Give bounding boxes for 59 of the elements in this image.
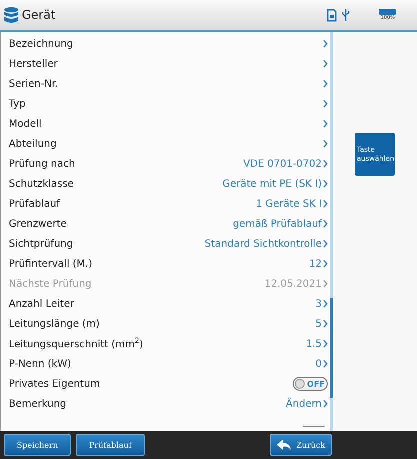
chevron-icon[interactable] (323, 360, 328, 368)
chevron-icon[interactable] (323, 120, 328, 128)
chevron-icon[interactable] (323, 280, 328, 288)
setting-label: Prüfablauf (9, 198, 60, 210)
window-title: Gerät (22, 8, 56, 22)
setting-label: Leitungsquerschnitt (mm$^{2}$) (9, 337, 144, 351)
back-button[interactable]: Zurück (270, 434, 332, 456)
scrollbar[interactable] (330, 32, 333, 431)
chevron-icon[interactable] (323, 300, 328, 308)
chevron-icon[interactable] (323, 340, 328, 348)
setting-value[interactable]: 12 (309, 258, 322, 270)
footer-button[interactable]: Prüfablauf (76, 434, 145, 456)
setting-value[interactable]: Geräte mit PE (SK I) (222, 178, 322, 190)
setting-value[interactable]: 5 (316, 318, 322, 330)
chevron-icon[interactable] (323, 80, 328, 88)
setting-value[interactable]: gemäß Prüfablauf (233, 218, 322, 230)
setting-value[interactable]: 3 (316, 298, 322, 310)
back-arrow-icon (276, 440, 292, 450)
setting-label: Schutzklasse (9, 178, 74, 190)
usb-icon (342, 8, 350, 22)
footer-button[interactable]: Speichern (4, 434, 72, 456)
setting-label: Bemerkung (9, 398, 67, 410)
setting-label: Anzahl Leiter (9, 298, 74, 310)
chevron-icon[interactable] (323, 200, 328, 208)
database-icon (4, 6, 19, 24)
setting-value[interactable]: 0 (316, 358, 322, 370)
setting-label: Sichtprüfung (9, 238, 74, 250)
setting-value[interactable]: Standard Sichtkontrolle (204, 238, 322, 250)
setting-label: Bezeichnung (9, 38, 74, 50)
sd-card-icon (327, 8, 337, 22)
setting-value[interactable]: 1.5 (306, 338, 322, 350)
setting-label: P-Nenn (kW) (9, 358, 72, 370)
setting-label: Modell (9, 118, 42, 130)
chevron-icon[interactable] (323, 140, 328, 148)
setting-value[interactable]: VDE 0701-0702 (243, 158, 322, 170)
setting-value[interactable]: 1 Geräte SK I (256, 198, 322, 210)
chevron-icon[interactable] (323, 100, 328, 108)
setting-label: Grenzwerte (9, 218, 67, 230)
chevron-icon[interactable] (323, 60, 328, 68)
chevron-icon[interactable] (323, 180, 328, 188)
chevron-icon[interactable] (323, 320, 328, 328)
setting-label: Serien-Nr. (9, 78, 58, 90)
setting-label: Hersteller (9, 58, 58, 70)
setting-label: Nächste Prüfung (9, 278, 92, 290)
chevron-icon[interactable] (323, 160, 328, 168)
setting-label: Abteilung (9, 138, 57, 150)
chevron-icon[interactable] (323, 220, 328, 228)
setting-value[interactable]: Ändern (286, 398, 322, 410)
setting-label: Typ (9, 98, 26, 110)
chevron-icon[interactable] (323, 240, 328, 248)
chevron-icon[interactable] (323, 400, 328, 408)
battery-icon (379, 8, 397, 14)
setting-label: Privates Eigentum (9, 378, 100, 390)
chevron-icon[interactable] (323, 260, 328, 268)
setting-label: Prüfintervall (M.) (9, 258, 93, 270)
setting-label: Leitungslänge (m) (9, 318, 100, 330)
toggle-switch[interactable]: OFF (293, 377, 328, 391)
chevron-icon[interactable] (323, 40, 328, 48)
setting-label: Prüfung nach (9, 158, 76, 170)
